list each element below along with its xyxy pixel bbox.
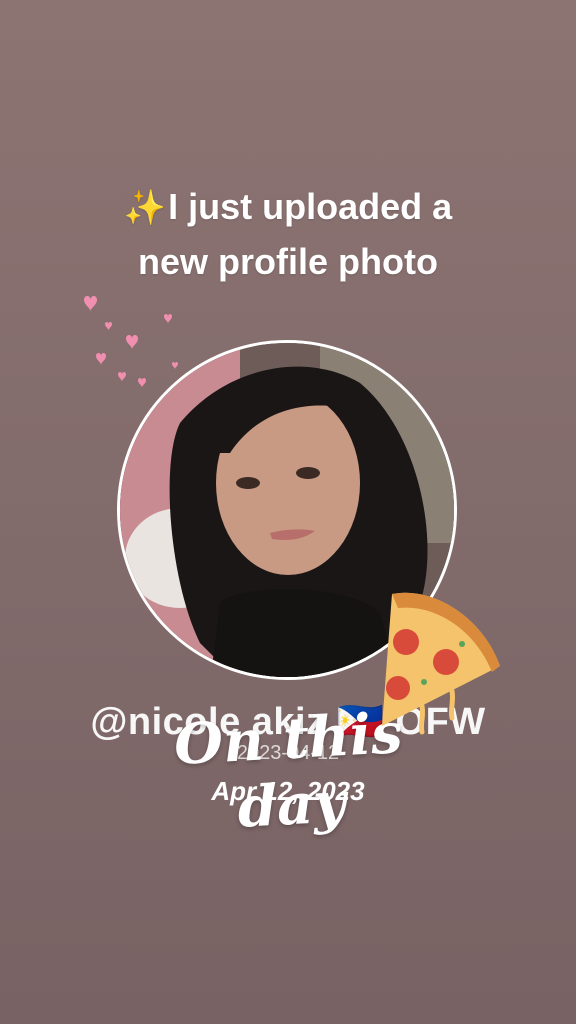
pizza-icon bbox=[382, 592, 500, 735]
sticker-date: Apr 12, 2023 bbox=[211, 776, 365, 806]
headline-text-1: I just uploaded a bbox=[168, 186, 453, 227]
heart-icon bbox=[164, 314, 172, 324]
heart-icon bbox=[172, 362, 178, 370]
sparkles-icon: ✨ bbox=[123, 189, 167, 227]
heart-icon bbox=[105, 322, 112, 331]
headline-line-2: new profile photo bbox=[138, 241, 438, 282]
heart-icon bbox=[96, 353, 106, 365]
heart-icon bbox=[118, 372, 126, 382]
story-headline: ✨I just uploaded a new profile photo bbox=[0, 180, 576, 289]
heart-icon bbox=[138, 378, 146, 388]
heart-icon bbox=[84, 296, 97, 312]
headline-line-1: ✨I just uploaded a bbox=[0, 180, 576, 235]
heart-icon bbox=[126, 335, 138, 350]
